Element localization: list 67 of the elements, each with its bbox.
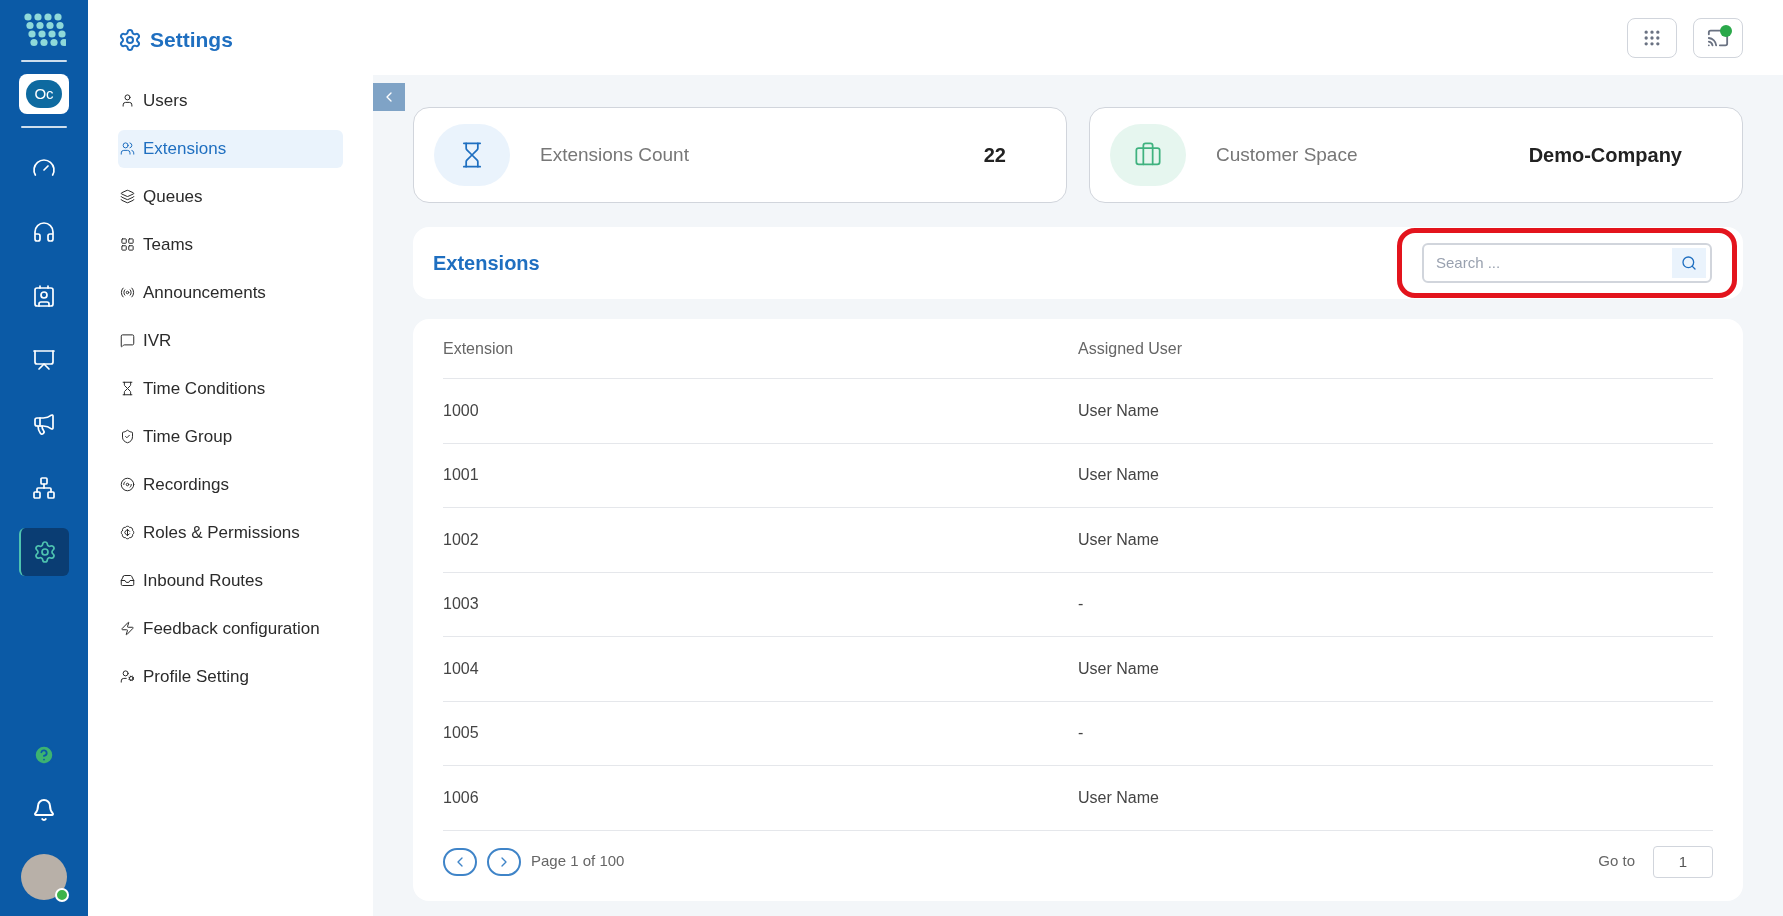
table-cell-text: User Name (1078, 465, 1160, 486)
sidebar-item[interactable]: Teams (118, 225, 343, 264)
search-icon[interactable] (1672, 248, 1706, 278)
divider-icon (21, 60, 67, 62)
avatar-photo-placeholder[interactable] (21, 854, 67, 900)
user-cog-icon (120, 669, 135, 684)
workspace-button[interactable]: Oc (19, 74, 69, 114)
search-field[interactable]: Search ... (1436, 251, 1672, 275)
goto-label: Go to (1598, 851, 1635, 872)
grid-icon (120, 237, 135, 252)
radio-icon (120, 285, 135, 300)
table-cell-text: 1000 (443, 400, 480, 421)
help-icon[interactable] (33, 744, 55, 766)
table-cell-text: User Name (1078, 400, 1160, 421)
stat-value: 22 (983, 143, 1006, 168)
bell-icon[interactable] (32, 798, 56, 822)
table-cell-text: - (1078, 594, 1085, 615)
dialpad-button[interactable] (1627, 17, 1677, 58)
sidebar-item[interactable]: Roles & Permissions (118, 513, 343, 552)
disc-icon (120, 477, 135, 492)
table-cell-text: - (1078, 723, 1085, 744)
coin-icon (120, 525, 135, 540)
table-cell-text: 1002 (443, 529, 480, 550)
stat-label: Customer Space (1216, 142, 1358, 167)
stat-value: Demo-Company (1528, 143, 1682, 168)
column-header: Extension (443, 338, 515, 359)
sidebar-item[interactable]: Time Group (118, 417, 343, 456)
table-cell-text: 1005 (443, 723, 480, 744)
sidebar-item[interactable]: IVR (118, 321, 343, 360)
page-title: Settings (150, 27, 233, 53)
table-cell-text: 1006 (443, 787, 480, 808)
settings-icon (118, 27, 142, 52)
page-indicator: Page 1 of 100 (531, 851, 625, 872)
message-icon (120, 333, 135, 348)
user-icon (120, 93, 135, 108)
shield-icon (120, 429, 135, 444)
sidebar-item[interactable]: Queues (118, 177, 343, 216)
users-icon (120, 141, 135, 156)
previous-page-button[interactable] (443, 847, 477, 876)
next-page-button[interactable] (487, 847, 521, 876)
table-cell-text: User Name (1078, 529, 1160, 550)
sidebar-item[interactable]: Recordings (118, 465, 343, 504)
sidebar-item[interactable]: Announcements (118, 273, 343, 312)
search-box[interactable]: Search ... (1422, 243, 1712, 283)
stat-label: Extensions Count (540, 142, 689, 167)
cast-button[interactable] (1693, 17, 1743, 58)
table-cell-text: User Name (1078, 658, 1160, 679)
sidebar-item[interactable]: Extensions (118, 129, 343, 168)
sidebar-item[interactable]: Inbound Routes (118, 561, 343, 600)
table-cell-text: User Name (1078, 787, 1160, 808)
logo-icon (22, 12, 66, 48)
table-cell-text: 1003 (443, 594, 480, 615)
lightning-icon (120, 621, 135, 636)
table-cell-text: 1004 (443, 658, 480, 679)
section-title: Extensions (433, 251, 540, 276)
page-input[interactable]: 1 (1653, 845, 1713, 878)
sidebar-item[interactable]: Time Conditions (118, 369, 343, 408)
divider-icon (21, 126, 67, 128)
layers-icon (120, 189, 135, 204)
sidebar-item[interactable]: Profile Setting (118, 657, 343, 696)
column-header: Assigned User (1078, 338, 1184, 359)
sidebar-item[interactable]: Feedback configuration (118, 609, 343, 648)
hourglass-icon (120, 381, 135, 396)
table-cell-text: 1001 (443, 465, 480, 486)
sidebar-item[interactable]: Users (118, 81, 343, 120)
inbox-icon (120, 573, 135, 588)
settings-icon[interactable] (19, 528, 69, 576)
